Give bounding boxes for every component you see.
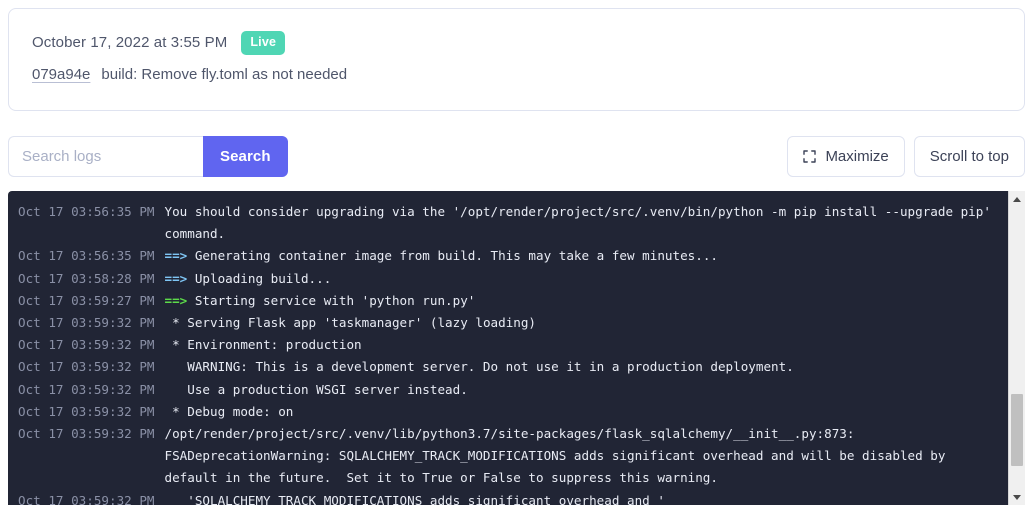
deploy-date-row: October 17, 2022 at 3:55 PM Live — [32, 31, 286, 55]
search-input[interactable] — [8, 136, 203, 177]
scrollbar-up-arrow-icon[interactable] — [1009, 191, 1025, 207]
log-line: Oct 17 03:59:27 PM ==> Starting service w… — [8, 290, 1008, 312]
log-line: Oct 17 03:59:32 PM WARNING: This is a de… — [8, 356, 1008, 378]
log-line: Oct 17 03:58:28 PM ==> Uploading build... — [8, 268, 1008, 290]
log-timestamp: Oct 17 03:59:32 PM — [18, 315, 155, 331]
scrollbar-down-arrow-icon[interactable] — [1009, 489, 1025, 505]
deploy-info-card: October 17, 2022 at 3:55 PM Live 079a94e… — [8, 8, 1025, 111]
log-message: WARNING: This is a development server. D… — [164, 359, 794, 375]
log-scrollbar[interactable] — [1008, 191, 1025, 505]
log-message: 'SQLALCHEMY_TRACK_MODIFICATIONS adds sig… — [164, 492, 665, 505]
log-message: * Debug mode: on — [164, 403, 294, 419]
log-timestamp: Oct 17 03:59:32 PM — [18, 381, 155, 397]
log-message: ==> Starting service with 'python run.py… — [164, 292, 476, 308]
maximize-corners-icon — [803, 150, 817, 163]
log-timestamp: Oct 17 03:59:32 PM — [18, 403, 155, 419]
maximize-button-label: Maximize — [825, 148, 889, 165]
log-timestamp: Oct 17 03:59:32 PM — [18, 426, 155, 442]
status-badge: Live — [241, 31, 286, 55]
log-timestamp: Oct 17 03:56:35 PM — [18, 204, 155, 219]
log-arrow-marker: ==> — [164, 270, 188, 286]
deploy-commit-row: 079a94e build: Remove fly.toml as not ne… — [32, 66, 347, 83]
commit-message: build: Remove fly.toml as not needed — [101, 66, 348, 83]
log-console: Oct 17 03:56:35 PM You should consider up… — [8, 191, 1025, 505]
log-output[interactable]: Oct 17 03:56:35 PM You should consider up… — [8, 191, 1008, 505]
log-timestamp: Oct 17 03:56:35 PM — [18, 248, 155, 264]
log-line: Oct 17 03:59:32 PM/opt/render/project/sr… — [8, 423, 1008, 490]
log-message: Use a production WSGI server instead. — [164, 381, 468, 397]
log-line: Oct 17 03:59:32 PM Use a production WSGI… — [8, 379, 1008, 401]
log-line: Oct 17 03:59:32 PM 'SQLALCHEMY_TRACK_MOD… — [8, 490, 1008, 505]
log-message: /opt/render/project/src/.venv/lib/python… — [164, 426, 954, 486]
log-line: Oct 17 03:59:32 PM * Serving Flask app '… — [8, 312, 1008, 334]
log-arrow-marker: ==> — [164, 292, 188, 308]
search-group: Search — [8, 136, 288, 177]
scrollbar-thumb[interactable] — [1011, 394, 1023, 466]
commit-hash-link[interactable]: 079a94e — [32, 66, 90, 83]
log-message: * Environment: production — [164, 337, 362, 353]
search-button[interactable]: Search — [203, 136, 288, 177]
maximize-button[interactable]: Maximize — [787, 136, 905, 177]
log-message: ==> Uploading build... — [164, 270, 332, 286]
log-timestamp: Oct 17 03:59:32 PM — [18, 492, 155, 505]
log-message: * Serving Flask app 'taskmanager' (lazy … — [164, 315, 537, 331]
deploy-timestamp: October 17, 2022 at 3:55 PM — [32, 34, 228, 52]
scroll-to-top-label: Scroll to top — [929, 148, 1009, 165]
log-toolbar: Search Maximize Scroll to top — [0, 133, 1033, 181]
log-line: Oct 17 03:56:35 PM ==> Generating contain… — [8, 245, 1008, 267]
log-timestamp: Oct 17 03:59:27 PM — [18, 292, 155, 308]
log-arrow-marker: ==> — [164, 248, 188, 264]
log-line: Oct 17 03:59:32 PM * Debug mode: on — [8, 401, 1008, 423]
log-message: ==> Generating container image from buil… — [164, 248, 718, 264]
log-timestamp: Oct 17 03:58:28 PM — [18, 270, 155, 286]
log-timestamp: Oct 17 03:59:32 PM — [18, 359, 155, 375]
log-viewer-page: October 17, 2022 at 3:55 PM Live 079a94e… — [0, 0, 1033, 505]
log-line: Oct 17 03:59:32 PM * Environment: produc… — [8, 334, 1008, 356]
log-timestamp: Oct 17 03:59:32 PM — [18, 337, 155, 353]
log-message: You should consider upgrading via the '/… — [164, 204, 999, 242]
scroll-to-top-button[interactable]: Scroll to top — [913, 136, 1025, 177]
toolbar-actions: Maximize Scroll to top — [787, 136, 1025, 177]
log-line: Oct 17 03:56:35 PM You should consider up… — [8, 201, 1008, 245]
